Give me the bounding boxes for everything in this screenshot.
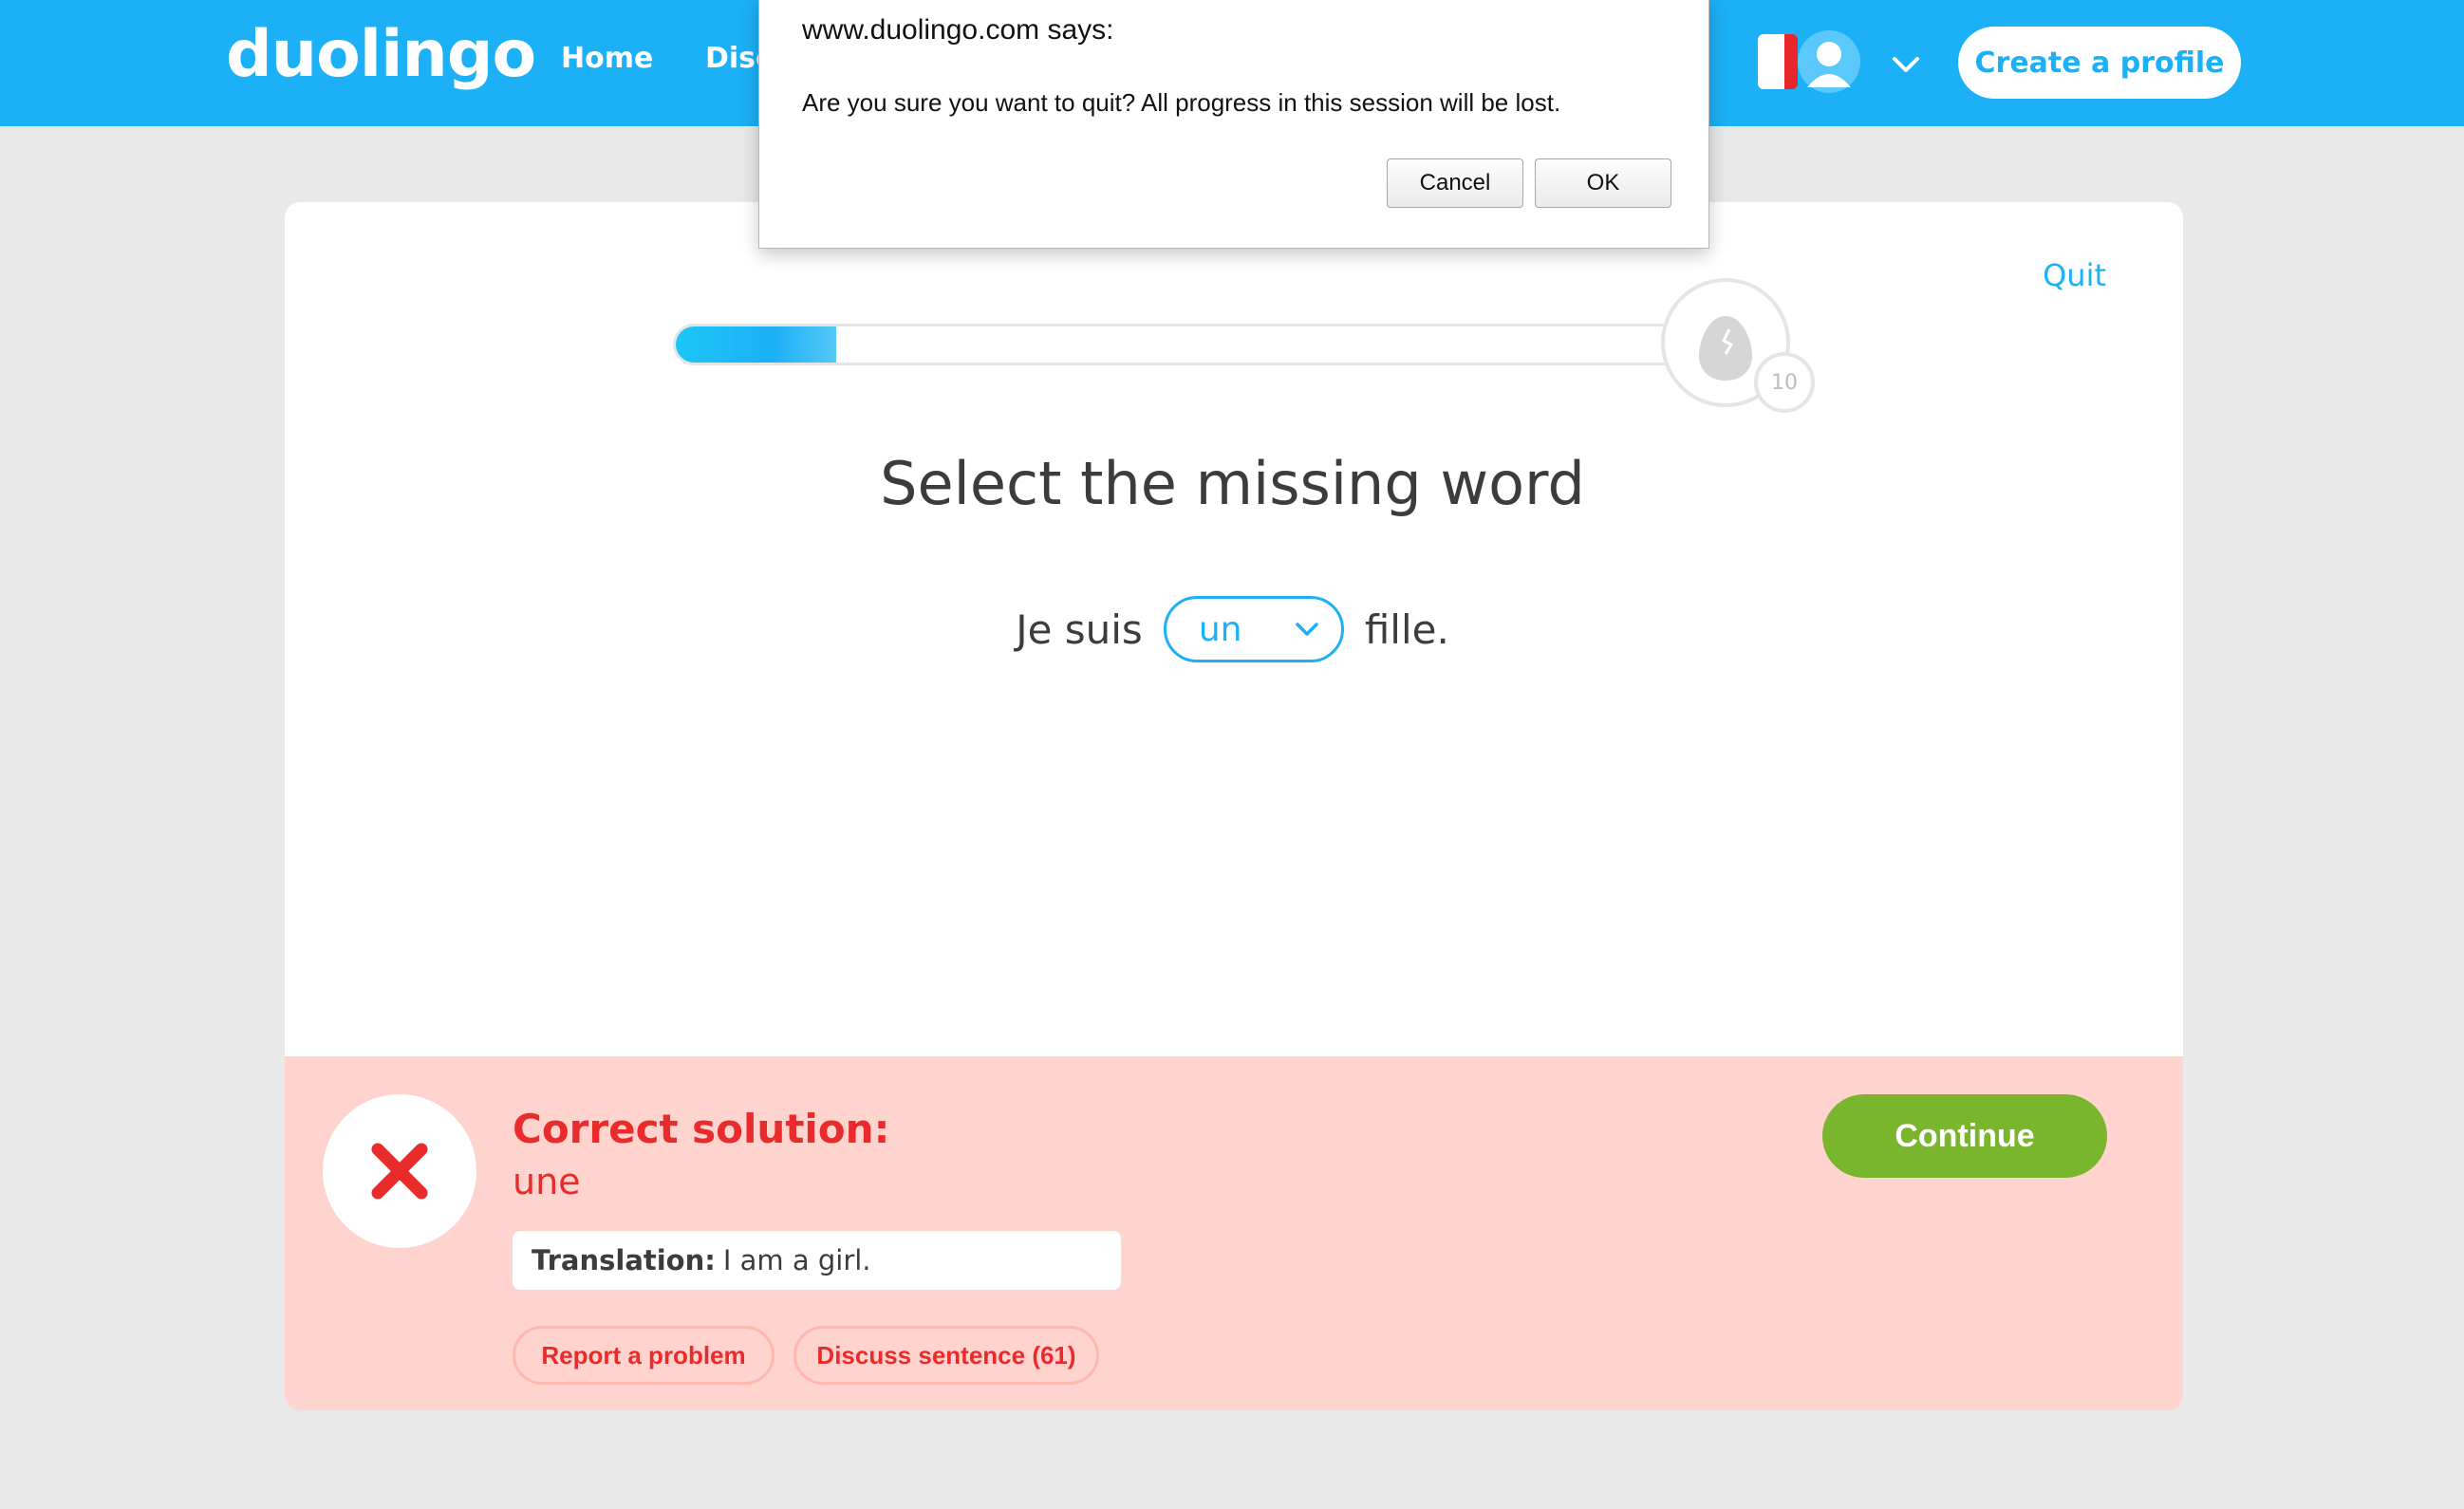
sentence-before: Je suis (1016, 605, 1143, 653)
translation-box: Translation: I am a girl. (513, 1231, 1121, 1290)
chevron-down-icon[interactable] (1889, 47, 1923, 82)
dialog-title: www.duolingo.com says: (802, 14, 1114, 46)
french-flag-icon[interactable] (1758, 34, 1798, 89)
report-problem-button[interactable]: Report a problem (513, 1326, 775, 1385)
dialog-message: Are you sure you want to quit? All progr… (802, 88, 1561, 117)
correct-solution-heading: Correct solution: (513, 1106, 890, 1152)
translation-text: I am a girl. (722, 1244, 871, 1276)
sentence-after: fille. (1364, 605, 1449, 653)
lesson-card: Quit 10 Select the missing word Je suis … (285, 202, 2183, 1410)
user-avatar-icon[interactable] (1798, 28, 1860, 95)
challenge-sentence: Je suis un fille. (285, 596, 2180, 662)
challenge-prompt: Select the missing word (880, 449, 1585, 518)
correct-solution-answer: une (513, 1161, 581, 1202)
close-x-icon (371, 1143, 428, 1200)
quit-link[interactable]: Quit (2043, 257, 2106, 293)
nav-home-link[interactable]: Home (561, 42, 653, 75)
chevron-down-icon (1296, 623, 1318, 636)
quit-confirm-dialog: www.duolingo.com says: Are you sure you … (758, 0, 1709, 249)
discuss-sentence-button[interactable]: Discuss sentence (61) (793, 1326, 1099, 1385)
dialog-ok-button[interactable]: OK (1535, 158, 1671, 208)
egg-icon (1699, 316, 1752, 381)
missing-word-select[interactable]: un (1163, 596, 1344, 662)
incorrect-feedback-panel: Correct solution: une Translation: I am … (285, 1056, 2183, 1410)
incorrect-badge (323, 1094, 476, 1248)
duolingo-logo[interactable]: duolingo (226, 17, 536, 92)
translation-label: Translation: (532, 1244, 716, 1276)
selected-option: un (1198, 609, 1242, 649)
lesson-progress-bar (673, 324, 1679, 365)
dialog-cancel-button[interactable]: Cancel (1387, 158, 1523, 208)
create-profile-button[interactable]: Create a profile (1958, 27, 2241, 99)
progress-fill (676, 326, 837, 363)
egg-count-badge: 10 (1754, 352, 1815, 413)
continue-button[interactable]: Continue (1822, 1094, 2107, 1178)
